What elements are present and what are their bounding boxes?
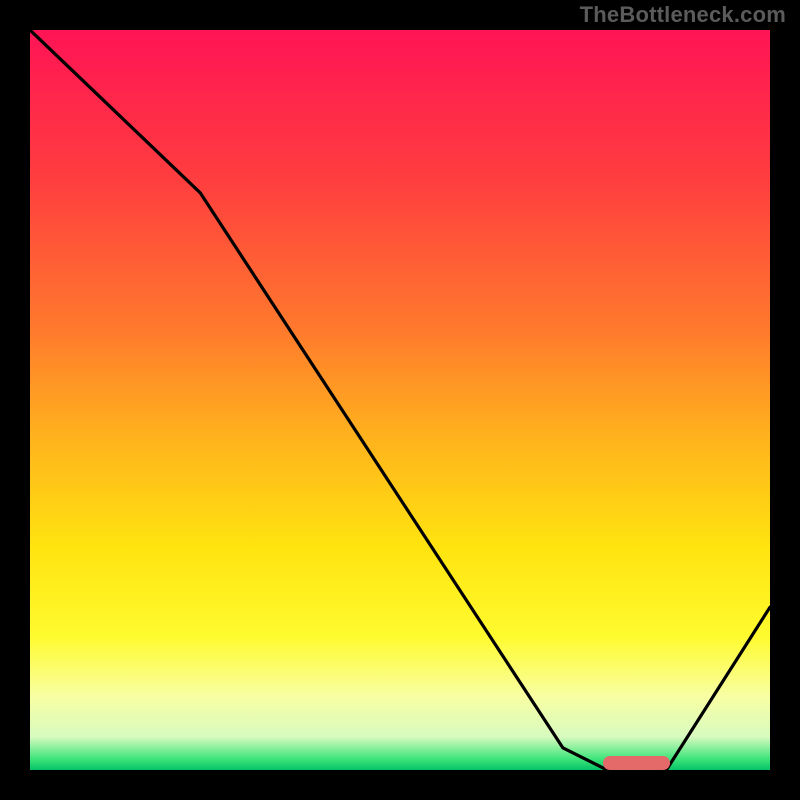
optimal-range-marker xyxy=(603,756,670,770)
background-gradient xyxy=(30,30,770,770)
chart-stage: TheBottleneck.com xyxy=(0,0,800,800)
plot-area xyxy=(30,30,770,770)
watermark-text: TheBottleneck.com xyxy=(580,2,786,28)
